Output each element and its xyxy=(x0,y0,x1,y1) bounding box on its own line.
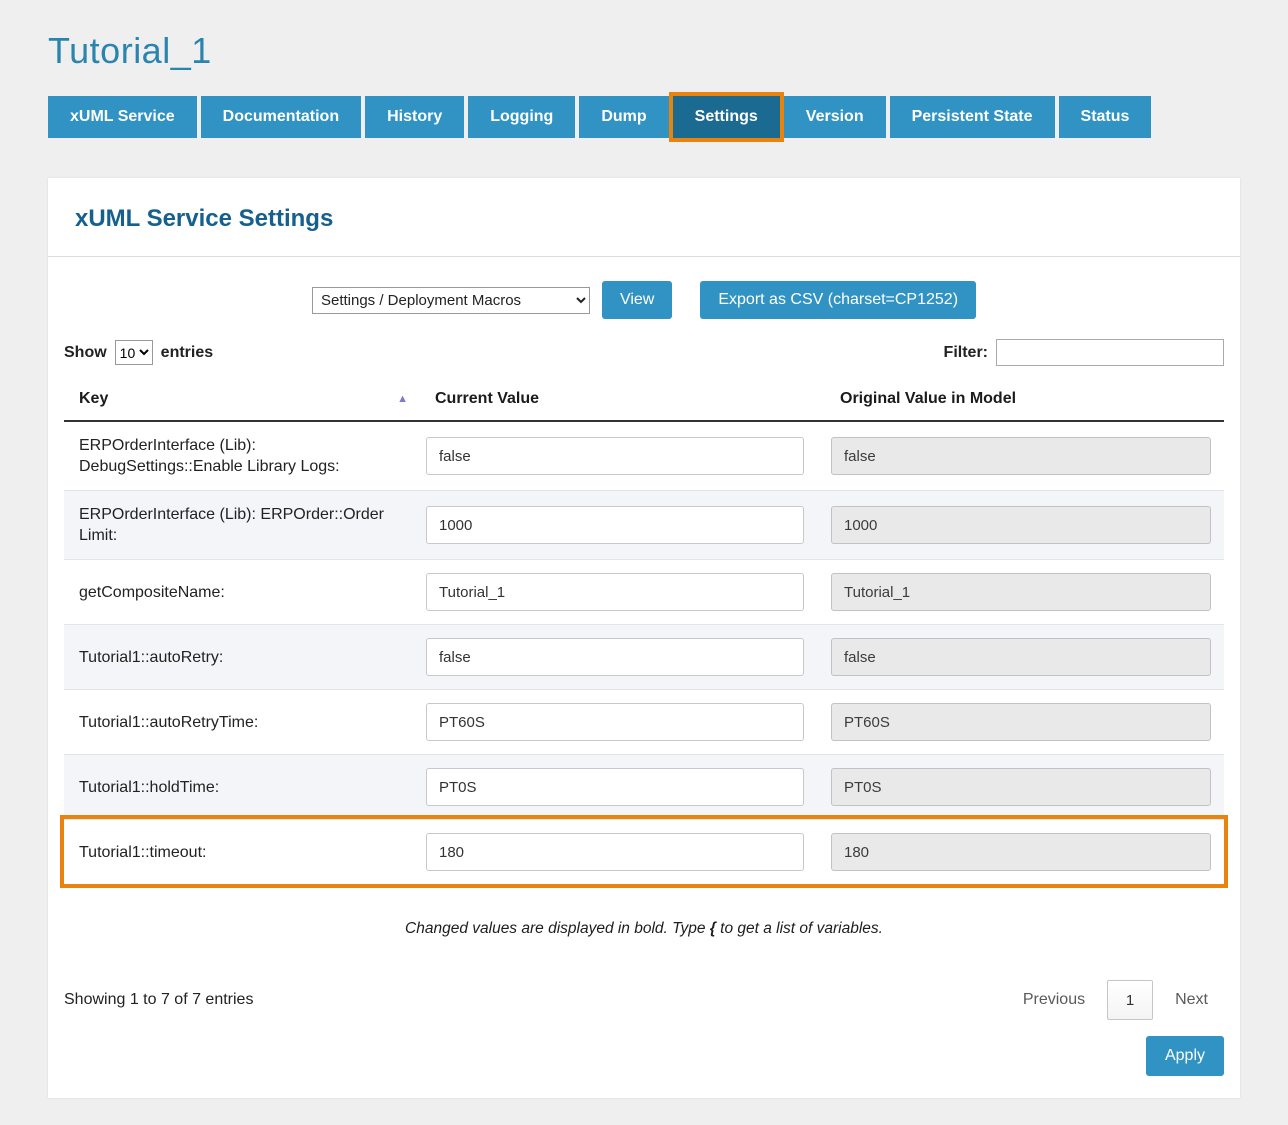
apply-row: Apply xyxy=(64,1036,1224,1076)
showing-entries-text: Showing 1 to 7 of 7 entries xyxy=(64,991,253,1009)
table-row: getCompositeName: xyxy=(64,559,1224,624)
original-value-input xyxy=(831,437,1211,475)
current-value-cell xyxy=(426,437,831,475)
heading-divider xyxy=(48,256,1240,257)
original-value-input xyxy=(831,833,1211,871)
sort-ascending-icon: ▲ xyxy=(397,394,408,405)
table-row: Tutorial1::holdTime: xyxy=(64,754,1224,819)
settings-table: Key ▲ Current Value Original Value in Mo… xyxy=(64,380,1224,884)
current-value-input[interactable] xyxy=(426,833,804,871)
table-note: Changed values are displayed in bold. Ty… xyxy=(48,920,1240,938)
current-value-cell xyxy=(426,638,831,676)
page-length-select[interactable]: 10 xyxy=(115,340,153,365)
tab-status[interactable]: Status xyxy=(1059,96,1152,138)
original-value-input xyxy=(831,768,1211,806)
tab-settings[interactable]: Settings xyxy=(673,96,780,138)
row-key-label: ERPOrderInterface (Lib): DebugSettings::… xyxy=(64,435,426,477)
current-value-cell xyxy=(426,573,831,611)
entries-label: entries xyxy=(161,344,213,362)
tab-persistent-state[interactable]: Persistent State xyxy=(890,96,1055,138)
column-header-key-label: Key xyxy=(79,390,108,408)
page: Tutorial_1 xUML ServiceDocumentationHist… xyxy=(0,0,1288,1125)
export-csv-button[interactable]: Export as CSV (charset=CP1252) xyxy=(700,281,976,319)
panel-heading: xUML Service Settings xyxy=(48,178,1240,256)
settings-table-body: ERPOrderInterface (Lib): DebugSettings::… xyxy=(64,422,1224,884)
note-text-post: to get a list of variables. xyxy=(716,920,883,937)
column-header-current-value[interactable]: Current Value xyxy=(426,390,831,408)
toolbar: Settings / Deployment Macros View Export… xyxy=(48,281,1240,319)
filter-input[interactable] xyxy=(996,339,1224,366)
row-key-label: Tutorial1::holdTime: xyxy=(64,777,426,798)
tab-documentation[interactable]: Documentation xyxy=(201,96,361,138)
current-value-cell xyxy=(426,833,831,871)
column-header-key[interactable]: Key ▲ xyxy=(64,390,426,408)
table-row: Tutorial1::timeout: xyxy=(64,819,1224,884)
original-value-input xyxy=(831,573,1211,611)
original-value-input xyxy=(831,506,1211,544)
column-header-original-value[interactable]: Original Value in Model xyxy=(831,390,1224,408)
current-value-cell xyxy=(426,768,831,806)
original-value-cell xyxy=(831,638,1224,676)
row-key-label: Tutorial1::autoRetryTime: xyxy=(64,712,426,733)
original-value-cell xyxy=(831,506,1224,544)
current-value-cell xyxy=(426,506,831,544)
row-key-label: ERPOrderInterface (Lib): ERPOrder::Order… xyxy=(64,504,426,546)
tab-dump[interactable]: Dump xyxy=(579,96,668,138)
current-value-input[interactable] xyxy=(426,638,804,676)
show-label: Show xyxy=(64,344,107,362)
original-value-cell xyxy=(831,833,1224,871)
tab-history[interactable]: History xyxy=(365,96,464,138)
tab-bar: xUML ServiceDocumentationHistoryLoggingD… xyxy=(48,96,1240,138)
current-value-cell xyxy=(426,703,831,741)
current-value-input[interactable] xyxy=(426,437,804,475)
original-value-cell xyxy=(831,437,1224,475)
settings-panel: xUML Service Settings Settings / Deploym… xyxy=(48,178,1240,1098)
current-value-input[interactable] xyxy=(426,703,804,741)
note-text-pre: Changed values are displayed in bold. Ty… xyxy=(405,920,710,937)
category-select[interactable]: Settings / Deployment Macros xyxy=(312,287,590,314)
next-page-link[interactable]: Next xyxy=(1159,991,1224,1009)
table-row: Tutorial1::autoRetryTime: xyxy=(64,689,1224,754)
filter-group: Filter: xyxy=(944,339,1224,366)
tab-xuml-service[interactable]: xUML Service xyxy=(48,96,197,138)
tab-version[interactable]: Version xyxy=(784,96,886,138)
row-key-label: Tutorial1::timeout: xyxy=(64,842,426,863)
show-entries-group: Show 10 entries xyxy=(64,340,213,365)
row-key-label: Tutorial1::autoRetry: xyxy=(64,647,426,668)
current-value-input[interactable] xyxy=(426,506,804,544)
original-value-cell xyxy=(831,573,1224,611)
page-number-button[interactable]: 1 xyxy=(1107,980,1153,1020)
original-value-cell xyxy=(831,768,1224,806)
page-title: Tutorial_1 xyxy=(48,30,1240,72)
table-header: Key ▲ Current Value Original Value in Mo… xyxy=(64,380,1224,422)
filter-label: Filter: xyxy=(944,344,988,362)
previous-page-link[interactable]: Previous xyxy=(1007,991,1101,1009)
current-value-input[interactable] xyxy=(426,768,804,806)
table-row: Tutorial1::autoRetry: xyxy=(64,624,1224,689)
table-row: ERPOrderInterface (Lib): ERPOrder::Order… xyxy=(64,490,1224,559)
view-button[interactable]: View xyxy=(602,281,672,319)
original-value-input xyxy=(831,703,1211,741)
list-controls: Show 10 entries Filter: xyxy=(64,339,1224,366)
table-row: ERPOrderInterface (Lib): DebugSettings::… xyxy=(64,422,1224,490)
row-key-label: getCompositeName: xyxy=(64,582,426,603)
current-value-input[interactable] xyxy=(426,573,804,611)
pagination: Previous 1 Next xyxy=(1007,980,1224,1020)
original-value-input xyxy=(831,638,1211,676)
table-footer: Showing 1 to 7 of 7 entries Previous 1 N… xyxy=(64,980,1224,1020)
original-value-cell xyxy=(831,703,1224,741)
tab-logging[interactable]: Logging xyxy=(468,96,575,138)
apply-button[interactable]: Apply xyxy=(1146,1036,1224,1076)
